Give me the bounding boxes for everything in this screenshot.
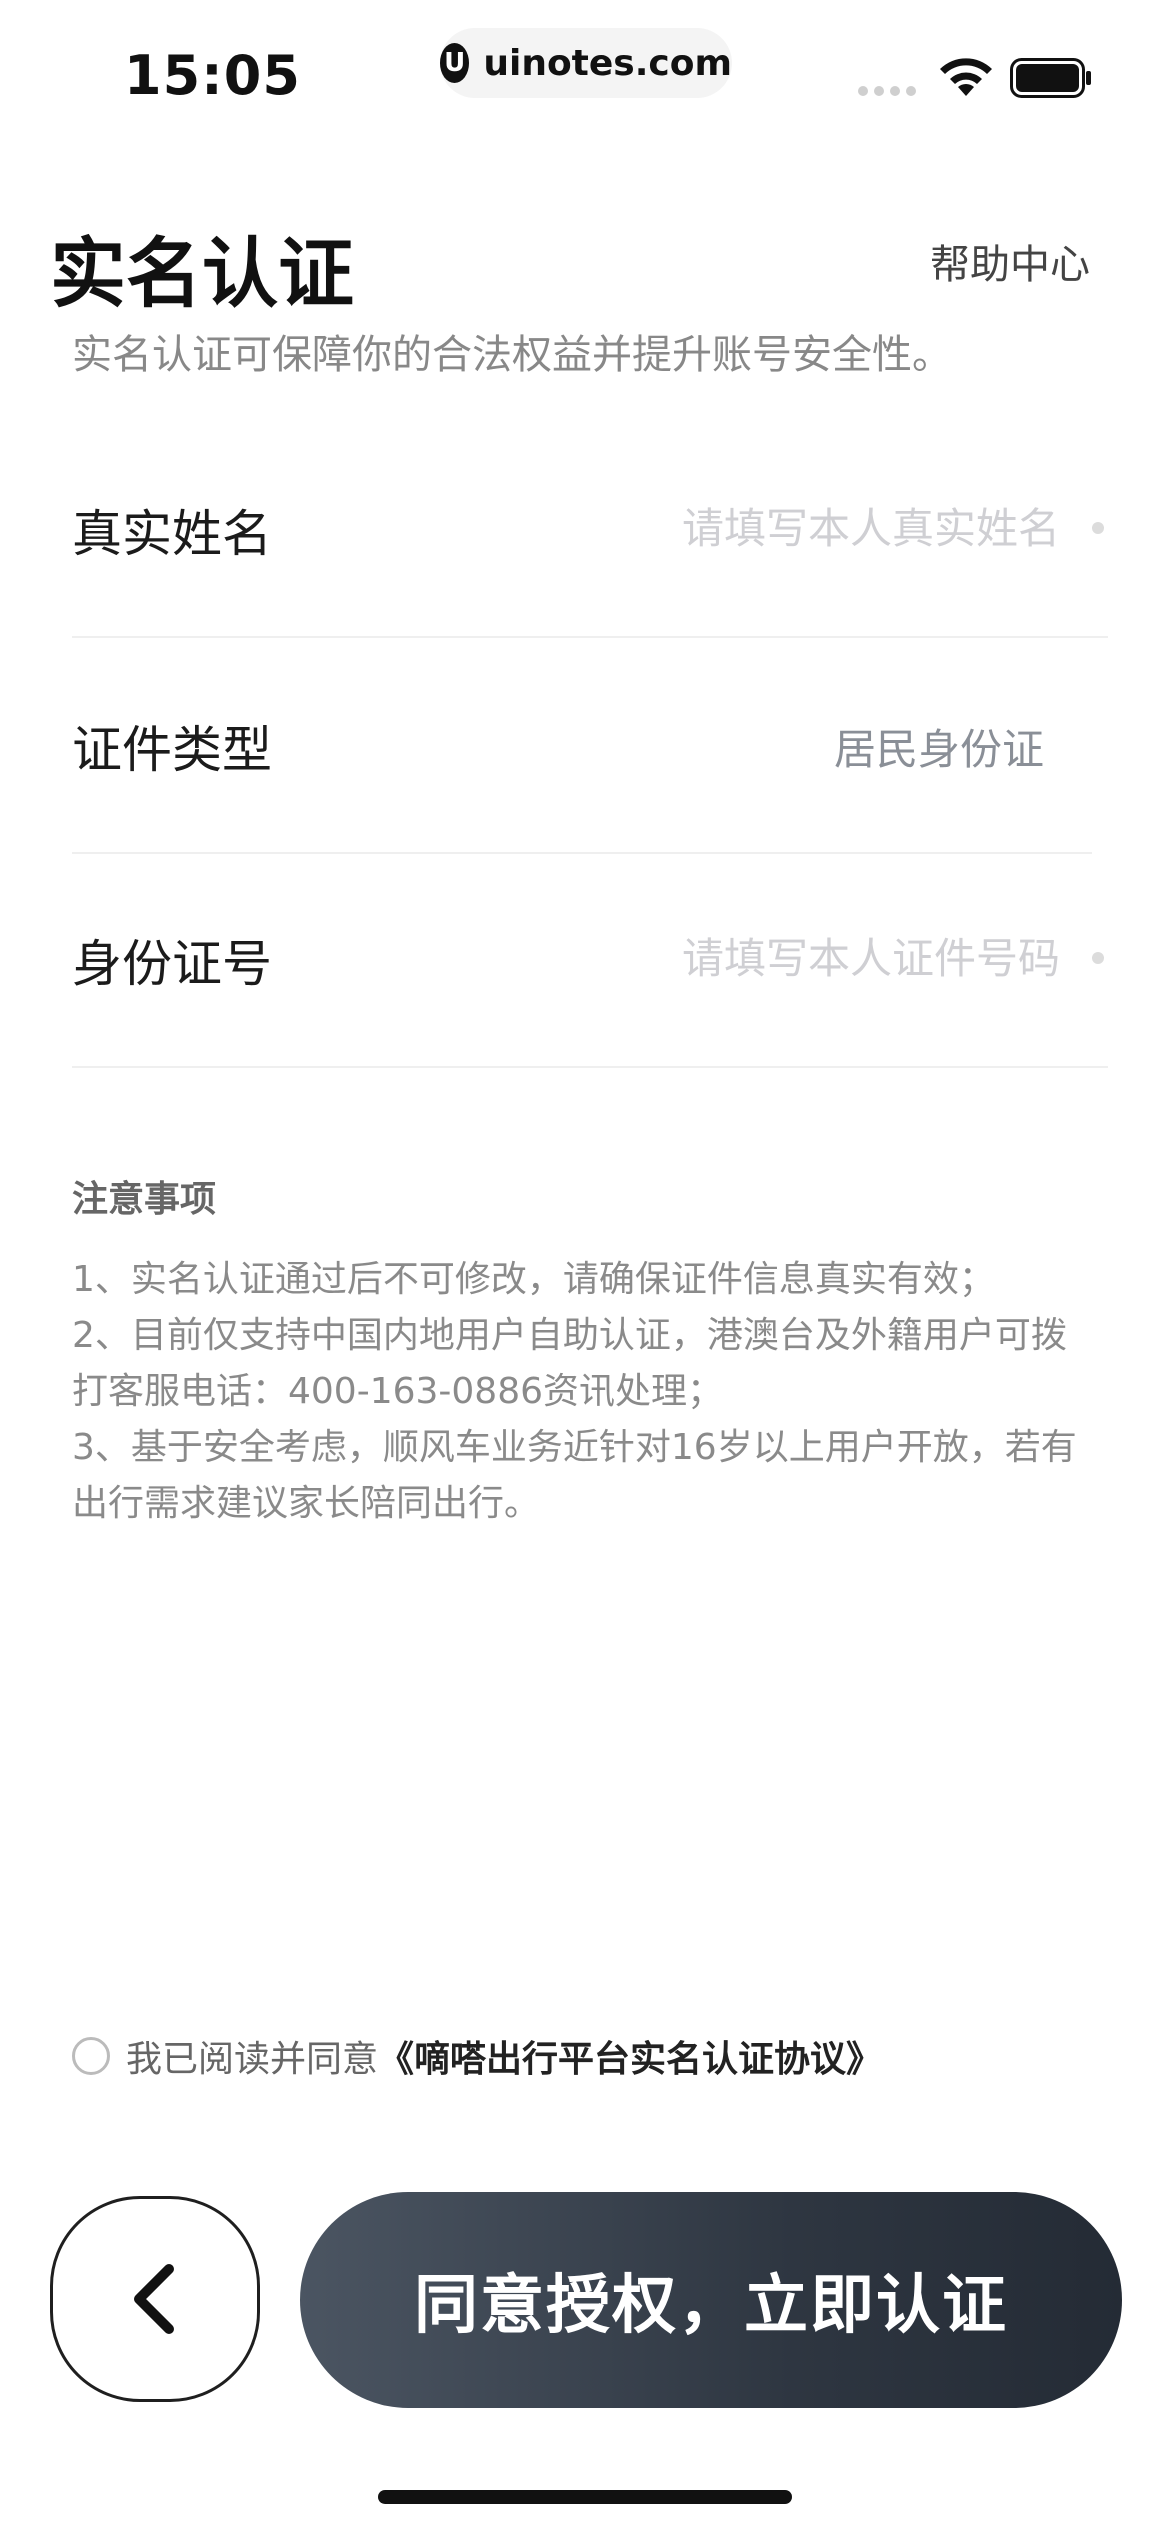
id-type-label: 证件类型 <box>72 721 272 779</box>
note-item: 3、基于安全考虑，顺风车业务近针对16岁以上用户开放，若有出行需求建议家长陪同出… <box>72 1427 1077 1524</box>
note-item: 2、目前仅支持中国内地用户自助认证，港澳台及外籍用户可拨打客服电话：400-16… <box>72 1315 1067 1412</box>
agreement-prefix: 我已阅读并同意 <box>126 2039 379 2080</box>
cellular-signal-icon <box>858 86 916 96</box>
agreement-link[interactable]: 《嘀嗒出行平台实名认证协议》 <box>378 2039 882 2080</box>
agreement-row: 我已阅读并同意《嘀嗒出行平台实名认证协议》 <box>72 2030 882 2082</box>
home-indicator <box>378 2490 792 2504</box>
notes-list: 1、实名认证通过后不可修改，请确保证件信息真实有效； 2、目前仅支持中国内地用户… <box>72 1252 1102 1532</box>
page-title: 实名认证 <box>50 229 354 318</box>
wifi-icon <box>940 58 992 96</box>
back-button[interactable] <box>50 2196 260 2402</box>
notes-title: 注意事项 <box>72 1179 217 1220</box>
name-input[interactable] <box>560 500 1060 556</box>
url-pill[interactable]: U uinotes.com <box>440 28 732 98</box>
page-subtitle: 实名认证可保障你的合法权益并提升账号安全性。 <box>72 332 952 378</box>
id-type-select[interactable]: 居民身份证 <box>700 716 1044 777</box>
divider <box>72 852 1092 854</box>
note-item: 1、实名认证通过后不可修改，请确保证件信息真实有效； <box>72 1259 995 1300</box>
help-center-link[interactable]: 帮助中心 <box>930 232 1090 290</box>
id-number-label: 身份证号 <box>72 935 272 993</box>
id-number-field-dot <box>1092 952 1104 964</box>
name-label: 真实姓名 <box>72 505 272 563</box>
battery-icon <box>1010 58 1091 98</box>
agree-and-verify-button[interactable]: 同意授权，立即认证 <box>300 2192 1122 2408</box>
id-number-input[interactable] <box>560 930 1060 986</box>
site-logo-icon: U <box>440 43 470 83</box>
agreement-checkbox[interactable] <box>72 2037 110 2075</box>
divider <box>72 1066 1108 1068</box>
status-time: 15:05 <box>124 44 301 107</box>
chevron-left-icon <box>134 2264 174 2334</box>
name-field-dot <box>1092 522 1104 534</box>
divider <box>72 636 1108 638</box>
url-text: uinotes.com <box>483 42 732 84</box>
